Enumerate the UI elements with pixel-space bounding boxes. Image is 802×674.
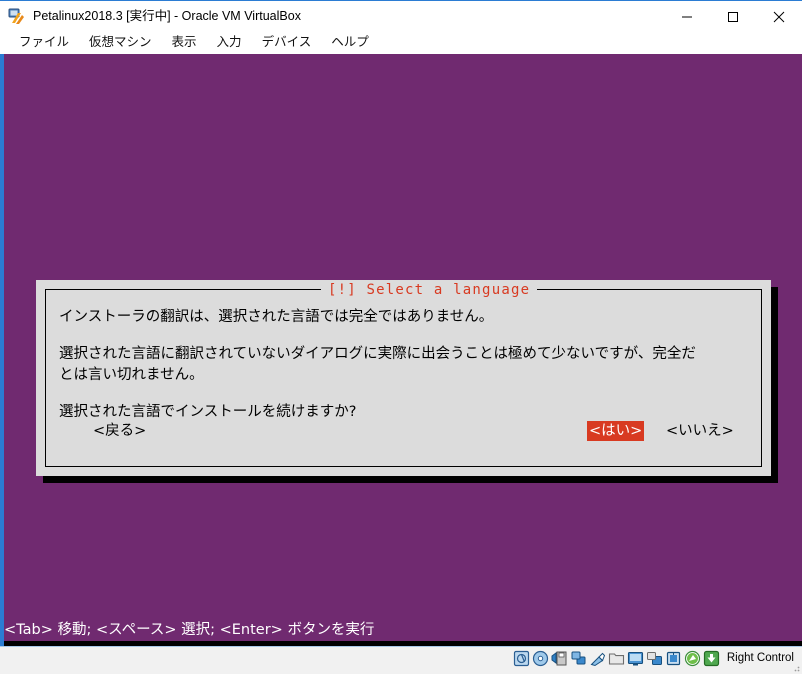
maximize-button[interactable] (710, 2, 756, 32)
dialog-title: [!] Select a language (321, 282, 537, 298)
minimize-icon (681, 11, 693, 23)
window-accent-strip (0, 54, 4, 646)
network-icon[interactable] (570, 650, 587, 667)
select-language-dialog: [!] Select a language インストーラの翻訳は、選択された言語… (36, 280, 771, 476)
minimize-button[interactable] (664, 2, 710, 32)
display-icon[interactable] (627, 650, 644, 667)
menu-bar: ファイル 仮想マシン 表示 入力 デバイス ヘルプ (0, 31, 802, 54)
vbox-status-bar: Right Control (0, 646, 802, 674)
mouse-integration-icon[interactable] (684, 650, 701, 667)
go-back-button[interactable]: <戻る> (91, 421, 148, 441)
installer-help-line: <Tab> 移動; <スペース> 選択; <Enter> ボタンを実行 (0, 619, 802, 641)
menu-item-machine[interactable]: 仮想マシン (79, 33, 162, 53)
usb-icon[interactable] (589, 650, 606, 667)
close-button[interactable] (756, 2, 802, 32)
dialog-button-row: <戻る> <はい> <いいえ> (46, 421, 761, 443)
shared-folders-icon[interactable] (608, 650, 625, 667)
optical-disk-icon[interactable] (532, 650, 549, 667)
title-bar: Petalinux2018.3 [実行中] - Oracle VM Virtua… (0, 0, 802, 31)
dialog-paragraph-3: 選択された言語でインストールを続けますか? (59, 402, 748, 423)
window-controls (664, 2, 802, 32)
dialog-text-line: とは言い切れません。 (59, 365, 748, 386)
virtualbox-window: Petalinux2018.3 [実行中] - Oracle VM Virtua… (0, 0, 802, 674)
floppy-disk-icon[interactable] (551, 650, 568, 667)
virtualbox-icon (8, 8, 25, 25)
menu-item-help[interactable]: ヘルプ (321, 33, 379, 53)
menu-item-file[interactable]: ファイル (9, 33, 79, 53)
dialog-body: インストーラの翻訳は、選択された言語では完全ではありません。 選択された言語に翻… (59, 307, 748, 423)
window-title: Petalinux2018.3 [実行中] - Oracle VM Virtua… (33, 8, 301, 25)
menu-item-devices[interactable]: デバイス (252, 33, 322, 53)
close-icon (773, 11, 785, 23)
maximize-icon (727, 11, 739, 23)
menu-item-view[interactable]: 表示 (162, 33, 207, 53)
dialog-paragraph-2: 選択された言語に翻訳されていないダイアログに実際に出会うことは極めて少ないですが… (59, 344, 748, 386)
dialog-paragraph-1: インストーラの翻訳は、選択された言語では完全ではありません。 (59, 307, 748, 328)
dialog-text-line: インストーラの翻訳は、選択された言語では完全ではありません。 (59, 307, 748, 328)
dialog-frame: [!] Select a language インストーラの翻訳は、選択された言語… (45, 289, 762, 467)
yes-button[interactable]: <はい> (587, 421, 644, 441)
status-icon-group: Right Control (513, 650, 794, 667)
hard-disk-icon[interactable] (513, 650, 530, 667)
recording-icon[interactable] (646, 650, 663, 667)
resize-grip-icon[interactable] (790, 662, 800, 672)
host-key-label: Right Control (727, 650, 794, 667)
dialog-text-line: 選択された言語に翻訳されていないダイアログに実際に出会うことは極めて少ないですが… (59, 344, 748, 365)
no-button[interactable]: <いいえ> (664, 421, 736, 441)
guest-screen: [!] Select a language インストーラの翻訳は、選択された言語… (0, 54, 802, 646)
virtualization-icon[interactable] (665, 650, 682, 667)
menu-item-input[interactable]: 入力 (207, 33, 252, 53)
keyboard-icon[interactable] (703, 650, 720, 667)
dialog-text-line: 選択された言語でインストールを続けますか? (59, 402, 748, 423)
